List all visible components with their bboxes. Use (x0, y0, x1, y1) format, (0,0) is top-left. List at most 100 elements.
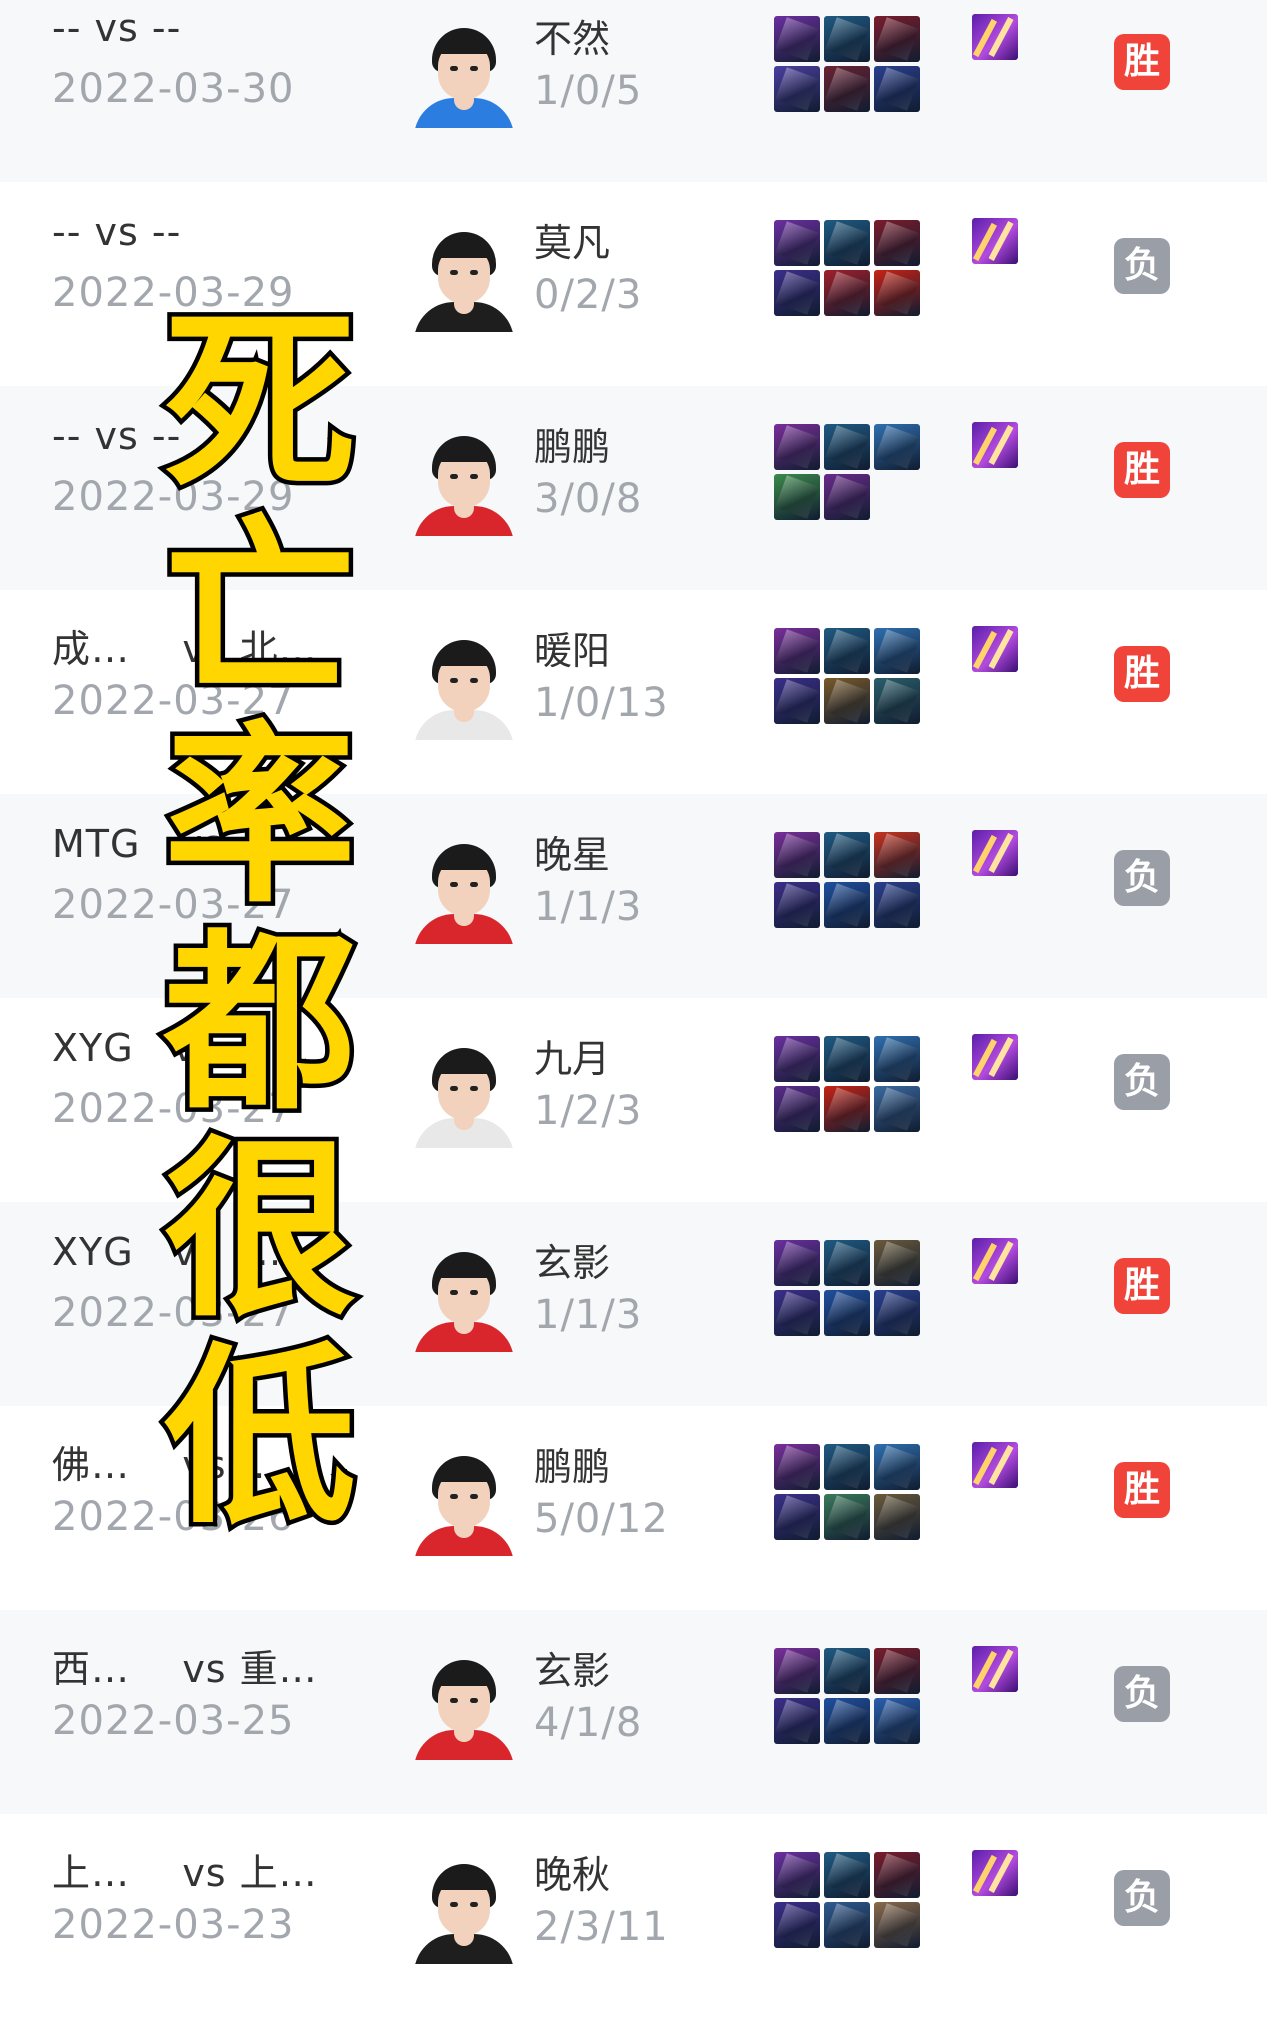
player-kda: 0/2/3 (534, 272, 643, 318)
match-teams: 上… vs 上… (52, 1851, 318, 1895)
item-icon (874, 628, 920, 674)
item-icon (824, 1494, 870, 1540)
item-icon (774, 678, 820, 724)
match-row[interactable]: 西… vs 重… 2022-03-25 玄影 4/1/8 负 (0, 1610, 1267, 1814)
summoner-spell-icon (972, 422, 1018, 468)
player-name: 玄影 (534, 1649, 611, 1693)
player-kda: 1/2/3 (534, 1088, 643, 1134)
item-icon (824, 474, 870, 520)
player-avatar (410, 1040, 518, 1148)
item-icon (824, 270, 870, 316)
item-icon (824, 1444, 870, 1490)
item-icon (824, 1648, 870, 1694)
player-kda: 4/1/8 (534, 1700, 643, 1746)
match-date: 2022-03-23 (52, 1902, 295, 1948)
item-icon (874, 678, 920, 724)
summoner-spell-icon (972, 14, 1018, 60)
overlay-character: 死 (160, 292, 361, 515)
item-icon (774, 66, 820, 112)
result-badge: 胜 (1114, 1462, 1170, 1518)
player-kda: 1/1/3 (534, 884, 643, 930)
player-name: 晚秋 (534, 1853, 611, 1897)
player-kda: 5/0/12 (534, 1496, 669, 1542)
player-name: 鹏鹏 (534, 1445, 611, 1489)
overlay-character: 很 (160, 1120, 361, 1343)
item-icon (774, 1036, 820, 1082)
item-icon (874, 1444, 920, 1490)
player-avatar (410, 224, 518, 332)
item-icon (774, 1852, 820, 1898)
result-badge: 胜 (1114, 34, 1170, 90)
summoner-spell-icon (972, 1238, 1018, 1284)
item-icon (774, 882, 820, 928)
player-name: 鹏鹏 (534, 425, 611, 469)
player-kda: 3/0/8 (534, 476, 643, 522)
item-icon (774, 1698, 820, 1744)
player-avatar (410, 1448, 518, 1556)
result-badge: 负 (1114, 850, 1170, 906)
result-badge: 负 (1114, 238, 1170, 294)
player-name: 九月 (534, 1037, 611, 1081)
item-icon (874, 1648, 920, 1694)
item-icon (824, 66, 870, 112)
item-build (774, 220, 922, 318)
player-kda: 1/0/5 (534, 68, 643, 114)
item-icon (774, 1648, 820, 1694)
player-avatar (410, 1856, 518, 1964)
item-icon (874, 220, 920, 266)
item-icon (824, 1852, 870, 1898)
item-icon (824, 1698, 870, 1744)
summoner-spell-icon (972, 1442, 1018, 1488)
player-name: 暖阳 (534, 629, 611, 673)
player-avatar (410, 428, 518, 536)
item-icon (774, 474, 820, 520)
item-build (774, 1648, 922, 1746)
item-icon (824, 220, 870, 266)
summoner-spell-icon (972, 1850, 1018, 1896)
result-badge: 胜 (1114, 1258, 1170, 1314)
summoner-spell-icon (972, 218, 1018, 264)
item-icon (874, 1086, 920, 1132)
item-build (774, 628, 922, 726)
overlay-character: 亡 (160, 499, 361, 722)
item-build (774, 1240, 922, 1338)
match-teams: -- vs -- (52, 6, 182, 50)
item-icon (874, 1494, 920, 1540)
item-icon (874, 1698, 920, 1744)
item-build (774, 1036, 922, 1134)
player-avatar (410, 632, 518, 740)
item-icon (774, 1290, 820, 1336)
player-name: 莫凡 (534, 221, 611, 265)
item-icon (824, 424, 870, 470)
item-icon (824, 1036, 870, 1082)
match-row[interactable]: -- vs -- 2022-03-30 不然 1/0/5 胜 (0, 0, 1267, 182)
item-build (774, 16, 922, 114)
match-teams: -- vs -- (52, 210, 182, 254)
item-icon (874, 1036, 920, 1082)
player-kda: 1/1/3 (534, 1292, 643, 1338)
result-badge: 胜 (1114, 646, 1170, 702)
item-icon (874, 832, 920, 878)
player-kda: 1/0/13 (534, 680, 669, 726)
item-icon (874, 882, 920, 928)
summoner-spell-icon (972, 1646, 1018, 1692)
player-name: 玄影 (534, 1241, 611, 1285)
item-icon (824, 1902, 870, 1948)
item-icon (824, 1086, 870, 1132)
item-icon (774, 220, 820, 266)
item-icon (874, 1290, 920, 1336)
item-icon (774, 1240, 820, 1286)
item-icon (824, 832, 870, 878)
player-kda: 2/3/11 (534, 1904, 669, 1950)
item-icon (824, 1290, 870, 1336)
item-icon (774, 424, 820, 470)
match-teams: 西… vs 重… (52, 1647, 318, 1691)
item-icon (824, 16, 870, 62)
player-avatar (410, 20, 518, 128)
result-badge: 负 (1114, 1870, 1170, 1926)
match-row[interactable]: 上… vs 上… 2022-03-23 晚秋 2/3/11 负 (0, 1814, 1267, 2018)
overlay-caption: 死亡率都很低 (150, 292, 370, 1547)
result-badge: 胜 (1114, 442, 1170, 498)
item-icon (874, 1902, 920, 1948)
item-icon (824, 678, 870, 724)
